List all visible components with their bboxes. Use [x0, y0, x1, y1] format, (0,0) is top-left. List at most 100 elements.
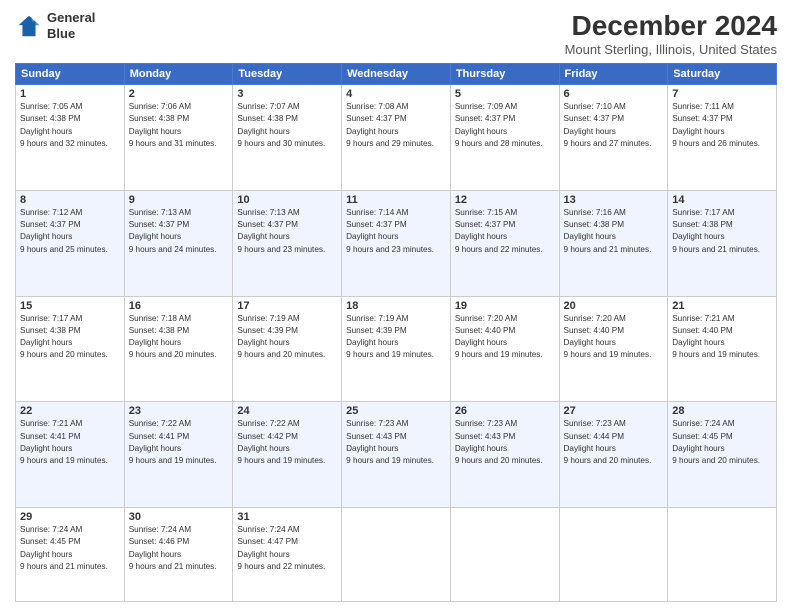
day-info: Sunrise: 7:17 AM Sunset: 4:38 PM Dayligh… [672, 207, 772, 256]
table-row: 28 Sunrise: 7:24 AM Sunset: 4:45 PM Dayl… [668, 402, 777, 508]
logo-icon [15, 12, 43, 40]
table-row: 10 Sunrise: 7:13 AM Sunset: 4:37 PM Dayl… [233, 190, 342, 296]
day-number: 20 [564, 300, 664, 312]
location-title: Mount Sterling, Illinois, United States [565, 42, 777, 57]
table-row: 21 Sunrise: 7:21 AM Sunset: 4:40 PM Dayl… [668, 296, 777, 402]
day-number: 28 [672, 405, 772, 417]
header: General Blue December 2024 Mount Sterlin… [15, 10, 777, 57]
table-row: 16 Sunrise: 7:18 AM Sunset: 4:38 PM Dayl… [124, 296, 233, 402]
day-number: 7 [672, 88, 772, 100]
day-info: Sunrise: 7:07 AM Sunset: 4:38 PM Dayligh… [237, 101, 337, 150]
day-info: Sunrise: 7:23 AM Sunset: 4:43 PM Dayligh… [346, 418, 446, 467]
day-info: Sunrise: 7:09 AM Sunset: 4:37 PM Dayligh… [455, 101, 555, 150]
table-row: 26 Sunrise: 7:23 AM Sunset: 4:43 PM Dayl… [450, 402, 559, 508]
day-number: 14 [672, 194, 772, 206]
day-info: Sunrise: 7:05 AM Sunset: 4:38 PM Dayligh… [20, 101, 120, 150]
day-number: 9 [129, 194, 229, 206]
calendar-header-row: Sunday Monday Tuesday Wednesday Thursday… [16, 64, 777, 85]
col-monday: Monday [124, 64, 233, 85]
page: General Blue December 2024 Mount Sterlin… [0, 0, 792, 612]
day-number: 6 [564, 88, 664, 100]
day-info: Sunrise: 7:23 AM Sunset: 4:44 PM Dayligh… [564, 418, 664, 467]
table-row: 5 Sunrise: 7:09 AM Sunset: 4:37 PM Dayli… [450, 85, 559, 191]
table-row: 30 Sunrise: 7:24 AM Sunset: 4:46 PM Dayl… [124, 508, 233, 602]
day-number: 29 [20, 511, 120, 523]
day-number: 23 [129, 405, 229, 417]
table-row: 23 Sunrise: 7:22 AM Sunset: 4:41 PM Dayl… [124, 402, 233, 508]
table-row: 4 Sunrise: 7:08 AM Sunset: 4:37 PM Dayli… [342, 85, 451, 191]
day-number: 8 [20, 194, 120, 206]
table-row [668, 508, 777, 602]
day-number: 5 [455, 88, 555, 100]
day-info: Sunrise: 7:19 AM Sunset: 4:39 PM Dayligh… [346, 313, 446, 362]
day-info: Sunrise: 7:24 AM Sunset: 4:47 PM Dayligh… [237, 524, 337, 573]
table-row: 24 Sunrise: 7:22 AM Sunset: 4:42 PM Dayl… [233, 402, 342, 508]
table-row: 12 Sunrise: 7:15 AM Sunset: 4:37 PM Dayl… [450, 190, 559, 296]
day-info: Sunrise: 7:15 AM Sunset: 4:37 PM Dayligh… [455, 207, 555, 256]
table-row: 27 Sunrise: 7:23 AM Sunset: 4:44 PM Dayl… [559, 402, 668, 508]
logo: General Blue [15, 10, 95, 41]
col-thursday: Thursday [450, 64, 559, 85]
day-number: 11 [346, 194, 446, 206]
day-info: Sunrise: 7:21 AM Sunset: 4:41 PM Dayligh… [20, 418, 120, 467]
day-number: 30 [129, 511, 229, 523]
table-row: 1 Sunrise: 7:05 AM Sunset: 4:38 PM Dayli… [16, 85, 125, 191]
day-info: Sunrise: 7:22 AM Sunset: 4:41 PM Dayligh… [129, 418, 229, 467]
table-row: 31 Sunrise: 7:24 AM Sunset: 4:47 PM Dayl… [233, 508, 342, 602]
day-info: Sunrise: 7:22 AM Sunset: 4:42 PM Dayligh… [237, 418, 337, 467]
table-row [559, 508, 668, 602]
table-row: 22 Sunrise: 7:21 AM Sunset: 4:41 PM Dayl… [16, 402, 125, 508]
day-number: 25 [346, 405, 446, 417]
day-number: 2 [129, 88, 229, 100]
table-row: 13 Sunrise: 7:16 AM Sunset: 4:38 PM Dayl… [559, 190, 668, 296]
day-info: Sunrise: 7:08 AM Sunset: 4:37 PM Dayligh… [346, 101, 446, 150]
table-row: 2 Sunrise: 7:06 AM Sunset: 4:38 PM Dayli… [124, 85, 233, 191]
day-info: Sunrise: 7:12 AM Sunset: 4:37 PM Dayligh… [20, 207, 120, 256]
title-block: December 2024 Mount Sterling, Illinois, … [565, 10, 777, 57]
table-row [342, 508, 451, 602]
col-saturday: Saturday [668, 64, 777, 85]
day-info: Sunrise: 7:13 AM Sunset: 4:37 PM Dayligh… [129, 207, 229, 256]
table-row: 20 Sunrise: 7:20 AM Sunset: 4:40 PM Dayl… [559, 296, 668, 402]
day-info: Sunrise: 7:20 AM Sunset: 4:40 PM Dayligh… [455, 313, 555, 362]
day-info: Sunrise: 7:24 AM Sunset: 4:46 PM Dayligh… [129, 524, 229, 573]
day-info: Sunrise: 7:14 AM Sunset: 4:37 PM Dayligh… [346, 207, 446, 256]
day-number: 12 [455, 194, 555, 206]
day-number: 16 [129, 300, 229, 312]
table-row: 3 Sunrise: 7:07 AM Sunset: 4:38 PM Dayli… [233, 85, 342, 191]
day-info: Sunrise: 7:16 AM Sunset: 4:38 PM Dayligh… [564, 207, 664, 256]
table-row: 7 Sunrise: 7:11 AM Sunset: 4:37 PM Dayli… [668, 85, 777, 191]
day-number: 17 [237, 300, 337, 312]
day-info: Sunrise: 7:13 AM Sunset: 4:37 PM Dayligh… [237, 207, 337, 256]
month-title: December 2024 [565, 10, 777, 42]
col-tuesday: Tuesday [233, 64, 342, 85]
table-row: 6 Sunrise: 7:10 AM Sunset: 4:37 PM Dayli… [559, 85, 668, 191]
day-number: 31 [237, 511, 337, 523]
day-number: 22 [20, 405, 120, 417]
table-row: 18 Sunrise: 7:19 AM Sunset: 4:39 PM Dayl… [342, 296, 451, 402]
table-row: 17 Sunrise: 7:19 AM Sunset: 4:39 PM Dayl… [233, 296, 342, 402]
day-info: Sunrise: 7:17 AM Sunset: 4:38 PM Dayligh… [20, 313, 120, 362]
day-number: 1 [20, 88, 120, 100]
col-wednesday: Wednesday [342, 64, 451, 85]
table-row: 29 Sunrise: 7:24 AM Sunset: 4:45 PM Dayl… [16, 508, 125, 602]
table-row: 25 Sunrise: 7:23 AM Sunset: 4:43 PM Dayl… [342, 402, 451, 508]
day-number: 26 [455, 405, 555, 417]
day-number: 4 [346, 88, 446, 100]
table-row [450, 508, 559, 602]
day-info: Sunrise: 7:18 AM Sunset: 4:38 PM Dayligh… [129, 313, 229, 362]
table-row: 8 Sunrise: 7:12 AM Sunset: 4:37 PM Dayli… [16, 190, 125, 296]
day-info: Sunrise: 7:10 AM Sunset: 4:37 PM Dayligh… [564, 101, 664, 150]
day-info: Sunrise: 7:19 AM Sunset: 4:39 PM Dayligh… [237, 313, 337, 362]
day-info: Sunrise: 7:24 AM Sunset: 4:45 PM Dayligh… [672, 418, 772, 467]
col-friday: Friday [559, 64, 668, 85]
day-number: 10 [237, 194, 337, 206]
table-row: 14 Sunrise: 7:17 AM Sunset: 4:38 PM Dayl… [668, 190, 777, 296]
day-number: 19 [455, 300, 555, 312]
day-number: 21 [672, 300, 772, 312]
day-info: Sunrise: 7:23 AM Sunset: 4:43 PM Dayligh… [455, 418, 555, 467]
calendar-table: Sunday Monday Tuesday Wednesday Thursday… [15, 63, 777, 602]
day-info: Sunrise: 7:06 AM Sunset: 4:38 PM Dayligh… [129, 101, 229, 150]
day-number: 15 [20, 300, 120, 312]
day-number: 13 [564, 194, 664, 206]
